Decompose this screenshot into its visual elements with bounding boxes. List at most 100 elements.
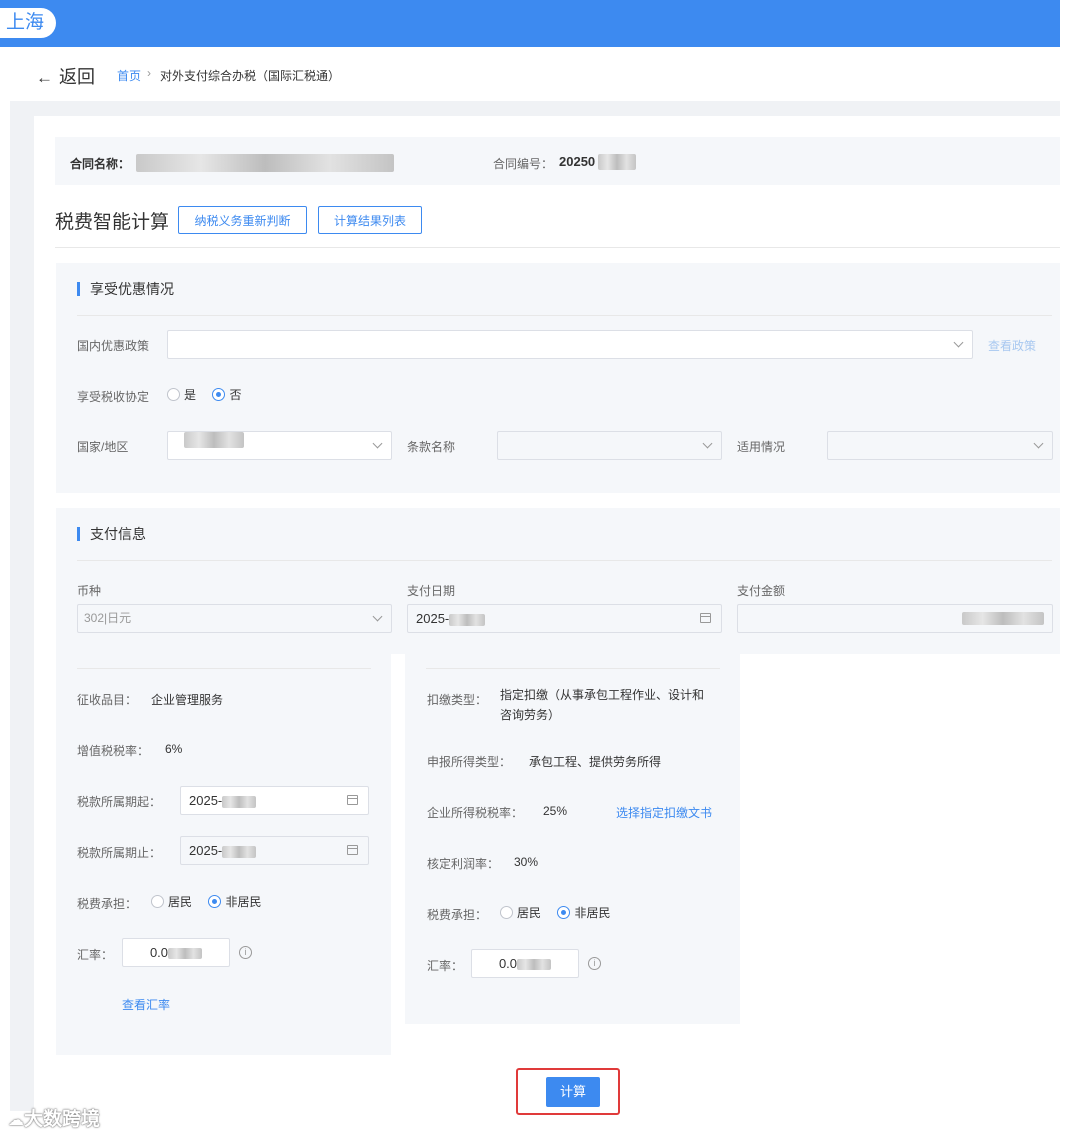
treaty-radio-group: 是 否 [167, 386, 253, 404]
currency-value: 302|日元 [84, 611, 132, 625]
vat-rate-value: 6% [165, 742, 183, 756]
info-icon[interactable]: i [239, 946, 252, 959]
treaty-no-radio[interactable] [212, 388, 226, 402]
vat-rate-label: 增值税税率： [77, 744, 150, 758]
treaty-yes-label: 是 [184, 388, 197, 403]
rejudge-obligation-button[interactable]: 纳税义务重新判断 [178, 206, 307, 234]
cit-bearer-resident-label: 居民 [517, 906, 542, 921]
withholding-type-value-line2: 咨询劳务） [500, 708, 561, 722]
arrow-left-icon: ← [36, 68, 53, 87]
cit-bearer-nonresident-radio[interactable] [557, 906, 571, 920]
profit-rate-label: 核定利润率： [427, 857, 500, 871]
view-policy-link[interactable]: 查看政策 [988, 337, 1036, 354]
currency-select[interactable]: 302|日元 [77, 604, 392, 633]
contract-number-redacted [598, 154, 636, 170]
cit-fx-redacted [517, 959, 552, 971]
payment-amount-label: 支付金额 [737, 584, 786, 598]
breadcrumb-home[interactable]: 首页 [117, 67, 141, 84]
vat-bearer-nonresident-radio[interactable] [208, 895, 222, 909]
back-button[interactable]: ← 返回 [36, 63, 95, 89]
calculate-button[interactable]: 计算 [546, 1077, 600, 1107]
back-label: 返回 [59, 67, 95, 87]
cit-bearer-label: 税费承担： [427, 908, 488, 922]
period-end-redacted [222, 845, 257, 858]
divider [55, 247, 1060, 248]
payment-amount-input[interactable] [737, 604, 1053, 633]
calendar-icon [347, 845, 358, 855]
vat-bearer-label: 税费承担： [77, 897, 138, 911]
cit-bearer-radio-group: 居民 非居民 [500, 904, 622, 922]
contract-number-value: 20250 [559, 154, 596, 169]
period-end-input[interactable]: 2025- [180, 836, 369, 865]
contract-number-label: 合同编号： [493, 157, 554, 171]
divider [77, 315, 1052, 316]
chevron-down-icon [1033, 438, 1044, 449]
country-value-redacted [184, 432, 244, 448]
cit-rate-value: 25% [543, 804, 568, 818]
breadcrumb-separator: › [147, 66, 151, 80]
view-fx-link[interactable]: 查看汇率 [122, 996, 170, 1013]
cit-fx-value: 0.0 [498, 956, 518, 971]
payment-date-input[interactable]: 2025- [407, 604, 722, 633]
payment-date-value: 2025- [416, 611, 450, 626]
divider [426, 668, 720, 669]
preferential-section-title: 享受优惠情况 [77, 282, 174, 296]
vat-fx-input[interactable]: 0.0 [122, 938, 230, 967]
domestic-policy-label: 国内优惠政策 [77, 339, 150, 353]
treaty-yes-radio[interactable] [167, 388, 180, 402]
cit-fx-input[interactable]: 0.0 [471, 949, 579, 978]
chevron-down-icon [372, 438, 383, 449]
domestic-policy-select[interactable] [167, 330, 973, 359]
period-start-input[interactable]: 2025- [180, 786, 369, 815]
vat-fx-value: 0.0 [149, 945, 169, 960]
period-start-value: 2025- [189, 793, 223, 808]
chevron-down-icon [702, 438, 713, 449]
withholding-type-value-line1: 指定扣缴（从事承包工程作业、设计和 [500, 688, 705, 702]
payment-section-title: 支付信息 [77, 527, 146, 541]
watermark-text: 大数跨境 [24, 1109, 101, 1130]
clause-label: 条款名称 [407, 440, 456, 454]
currency-label: 币种 [77, 584, 102, 598]
calendar-icon [700, 613, 711, 623]
divider [77, 560, 1052, 561]
top-bar [0, 0, 1060, 47]
cit-bearer-resident-radio[interactable] [500, 906, 513, 920]
cloud-logo-icon: ☁ [8, 1112, 24, 1129]
applicability-select[interactable] [827, 431, 1053, 460]
period-end-value: 2025- [189, 843, 223, 858]
period-end-label: 税款所属期止： [77, 846, 162, 860]
vat-fx-redacted [168, 948, 203, 960]
profit-rate-value: 30% [514, 855, 539, 869]
payment-date-label: 支付日期 [407, 584, 456, 598]
income-type-label: 申报所得类型： [427, 755, 512, 769]
vat-bearer-nonresident-label: 非居民 [225, 895, 262, 910]
city-selector[interactable]: 上海 [0, 8, 56, 38]
info-icon[interactable]: i [588, 957, 601, 970]
tax-item-label: 征收品目： [77, 693, 138, 707]
payment-amount-redacted [962, 612, 1044, 625]
page-title: 税费智能计算 [55, 212, 170, 233]
watermark: ☁大数跨境 [8, 1104, 100, 1131]
period-start-redacted [222, 795, 257, 808]
cit-fx-label: 汇率： [427, 959, 464, 973]
treaty-no-label: 否 [229, 388, 242, 403]
tax-item-value: 企业管理服务 [151, 693, 224, 707]
treaty-label: 享受税收协定 [77, 390, 150, 404]
cit-rate-label: 企业所得税税率： [427, 806, 524, 820]
cit-bearer-nonresident-label: 非居民 [574, 906, 611, 921]
vat-bearer-radio-group: 居民 非居民 [151, 893, 273, 911]
divider [77, 668, 371, 669]
designated-document-link[interactable]: 选择指定扣缴文书 [616, 804, 712, 821]
withholding-type-label: 扣缴类型： [427, 693, 488, 707]
country-select[interactable] [167, 431, 392, 460]
result-list-button[interactable]: 计算结果列表 [318, 206, 422, 234]
contract-name-value-redacted [136, 154, 394, 172]
chevron-down-icon [372, 611, 383, 622]
country-label: 国家/地区 [77, 440, 129, 454]
period-start-label: 税款所属期起： [77, 795, 162, 809]
clause-select[interactable] [497, 431, 722, 460]
chevron-down-icon [953, 337, 964, 348]
vat-bearer-resident-label: 居民 [168, 895, 193, 910]
vat-bearer-resident-radio[interactable] [151, 895, 164, 909]
income-type-value: 承包工程、提供劳务所得 [529, 755, 662, 769]
